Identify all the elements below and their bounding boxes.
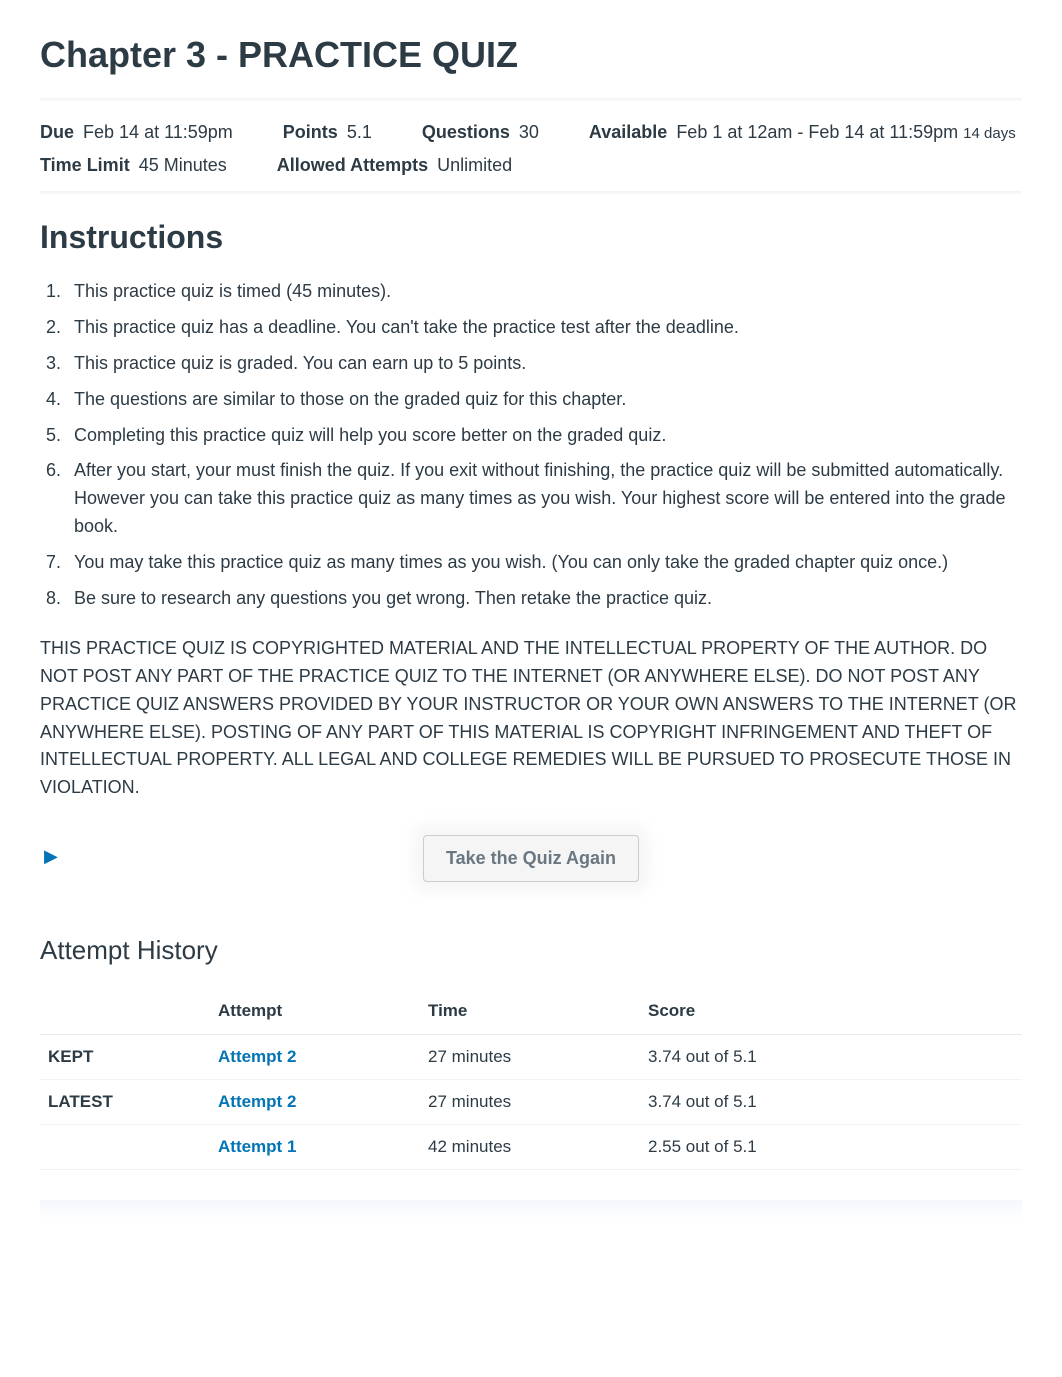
instructions-list: This practice quiz is timed (45 minutes)… xyxy=(40,278,1022,613)
meta-allowed: Allowed Attempts Unlimited xyxy=(277,149,512,181)
table-row: Attempt 1 42 minutes 2.55 out of 5.1 xyxy=(40,1125,1022,1170)
attempt-cell: Attempt 2 xyxy=(210,1080,420,1125)
meta-points-label: Points xyxy=(283,122,338,142)
attempt-history-heading: Attempt History xyxy=(40,932,1022,968)
meta-due: Due Feb 14 at 11:59pm xyxy=(40,116,233,148)
attempt-score: 3.74 out of 5.1 xyxy=(640,1035,1022,1080)
page-title: Chapter 3 - PRACTICE QUIZ xyxy=(40,30,1022,80)
meta-due-label: Due xyxy=(40,122,74,142)
instruction-item: This practice quiz has a deadline. You c… xyxy=(66,314,1022,342)
table-header-row: Attempt Time Score xyxy=(40,989,1022,1035)
instruction-item: You may take this practice quiz as many … xyxy=(66,549,1022,577)
table-row: KEPT Attempt 2 27 minutes 3.74 out of 5.… xyxy=(40,1035,1022,1080)
meta-available-days: 14 days xyxy=(963,125,1016,142)
meta-allowed-label: Allowed Attempts xyxy=(277,155,428,175)
attempt-cell: Attempt 1 xyxy=(210,1125,420,1170)
attempt-time: 27 minutes xyxy=(420,1035,640,1080)
meta-timelimit-label: Time Limit xyxy=(40,155,130,175)
instruction-item: Completing this practice quiz will help … xyxy=(66,422,1022,450)
copyright-notice: THIS PRACTICE QUIZ IS COPYRIGHTED MATERI… xyxy=(40,635,1022,802)
footer-gradient xyxy=(40,1200,1022,1220)
meta-timelimit-value: 45 Minutes xyxy=(139,155,227,175)
meta-due-value: Feb 14 at 11:59pm xyxy=(83,122,233,142)
attempt-link[interactable]: Attempt 1 xyxy=(218,1137,296,1156)
attempt-score: 2.55 out of 5.1 xyxy=(640,1125,1022,1170)
attempt-cell: Attempt 2 xyxy=(210,1035,420,1080)
meta-timelimit: Time Limit 45 Minutes xyxy=(40,149,227,181)
attempt-link[interactable]: Attempt 2 xyxy=(218,1047,296,1066)
instruction-item: This practice quiz is timed (45 minutes)… xyxy=(66,278,1022,306)
col-status-header xyxy=(40,989,210,1035)
table-row: LATEST Attempt 2 27 minutes 3.74 out of … xyxy=(40,1080,1022,1125)
meta-questions: Questions 30 xyxy=(422,116,539,148)
attempt-time: 42 minutes xyxy=(420,1125,640,1170)
col-attempt-header: Attempt xyxy=(210,989,420,1035)
attempt-status: KEPT xyxy=(40,1035,210,1080)
meta-available-label: Available xyxy=(589,122,667,142)
disclosure-triangle-icon[interactable]: ▶ xyxy=(44,844,58,869)
quiz-action-row: ▶ Take the Quiz Again xyxy=(40,830,1022,886)
take-quiz-again-button[interactable]: Take the Quiz Again xyxy=(423,835,639,882)
attempt-link[interactable]: Attempt 2 xyxy=(218,1092,296,1111)
meta-points: Points 5.1 xyxy=(283,116,372,148)
instruction-item: The questions are similar to those on th… xyxy=(66,386,1022,414)
meta-questions-value: 30 xyxy=(519,122,539,142)
quiz-meta: Due Feb 14 at 11:59pm Points 5.1 Questio… xyxy=(40,116,1022,181)
col-score-header: Score xyxy=(640,989,1022,1035)
attempt-status xyxy=(40,1125,210,1170)
attempt-history-table: Attempt Time Score KEPT Attempt 2 27 min… xyxy=(40,989,1022,1170)
attempt-time: 27 minutes xyxy=(420,1080,640,1125)
instruction-item: This practice quiz is graded. You can ea… xyxy=(66,350,1022,378)
meta-available-value: Feb 1 at 12am - Feb 14 at 11:59pm xyxy=(676,122,958,142)
attempt-score: 3.74 out of 5.1 xyxy=(640,1080,1022,1125)
instructions-heading: Instructions xyxy=(40,215,1022,260)
attempt-status: LATEST xyxy=(40,1080,210,1125)
divider xyxy=(40,191,1022,195)
divider xyxy=(40,98,1022,102)
meta-questions-label: Questions xyxy=(422,122,510,142)
instruction-item: After you start, your must finish the qu… xyxy=(66,457,1022,541)
meta-allowed-value: Unlimited xyxy=(437,155,512,175)
instruction-item: Be sure to research any questions you ge… xyxy=(66,585,1022,613)
meta-points-value: 5.1 xyxy=(347,122,372,142)
meta-available: Available Feb 1 at 12am - Feb 14 at 11:5… xyxy=(589,116,1016,148)
col-time-header: Time xyxy=(420,989,640,1035)
